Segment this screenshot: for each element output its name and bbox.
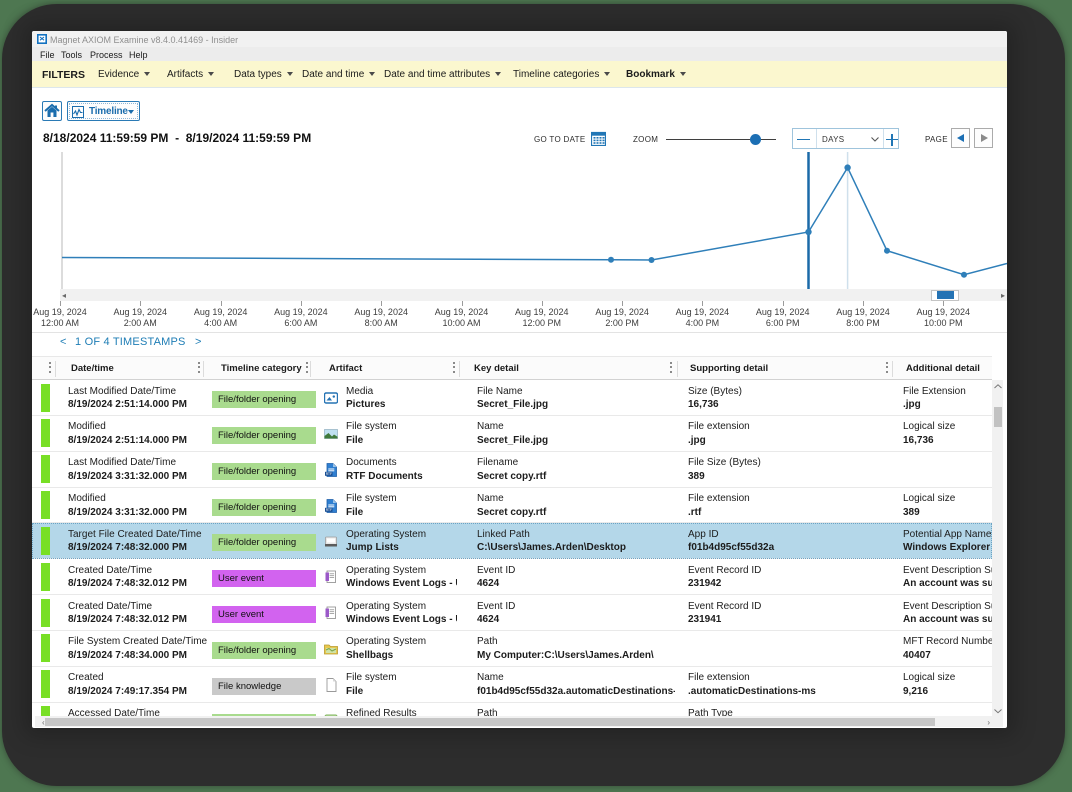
svg-text:RTF: RTF (326, 472, 332, 476)
svg-text:RTF: RTF (326, 508, 332, 512)
